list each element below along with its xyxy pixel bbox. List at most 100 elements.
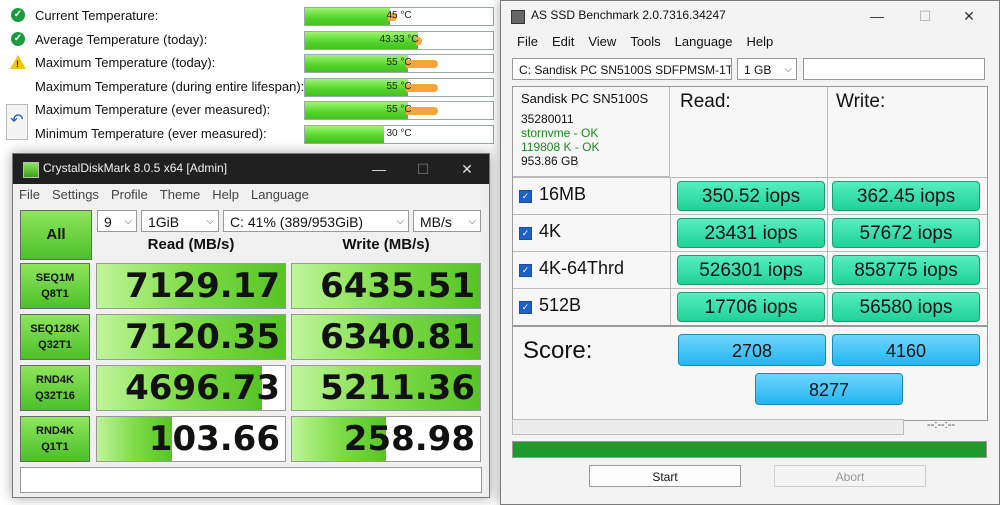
start-button[interactable]: Start <box>589 465 741 487</box>
time-bar <box>512 419 904 435</box>
cdm-body: All 9 ⌵ 1GiB ⌵ C: 41% (389/953GiB) ⌵ MB/s ⌵ … <box>13 206 489 497</box>
menu-file[interactable]: File <box>511 31 544 52</box>
test-name: 4K-64Thrd <box>539 258 625 278</box>
maximize-icon[interactable]: ☐ <box>401 154 445 184</box>
size-select[interactable]: 1GiB ⌵ <box>141 210 219 232</box>
test-checkbox[interactable]: ✓ <box>519 301 532 314</box>
results-grid: Sandisk PC SN5100S 35280011 stornvme - O… <box>512 86 988 421</box>
read-metric: 350.52 iops <box>677 181 825 211</box>
maximize-icon[interactable]: ☐ <box>903 1 947 31</box>
close-icon[interactable]: ✕ <box>445 154 489 184</box>
drive-capacity: 953.86 GB <box>521 154 579 168</box>
temp-label: Maximum Temperature (today): <box>35 55 216 71</box>
read-result: 7120.35 <box>96 314 286 360</box>
cdm-title: CrystalDiskMark 8.0.5 x64 [Admin] <box>43 161 228 175</box>
test-name: RND4K <box>36 374 74 386</box>
menu-language[interactable]: Language <box>669 31 739 52</box>
check-circle-icon: ✓ <box>11 8 25 22</box>
read-metric: 17706 iops <box>677 292 825 322</box>
all-button[interactable]: All <box>20 210 92 260</box>
test-name: 512B <box>539 295 582 315</box>
test-button-0[interactable]: SEQ1M Q8T1 <box>20 263 90 309</box>
asd-drive-value: C: Sandisk PC SN5100S SDFPMSM-1T00 <box>519 63 732 77</box>
minimize-icon[interactable]: — <box>855 1 899 31</box>
driver-status: stornvme - OK <box>521 126 599 140</box>
progress-fill <box>513 442 986 457</box>
asd-menubar: File Edit View Tools Language Help <box>501 31 999 53</box>
count-value: 9 <box>104 214 112 230</box>
menu-tools[interactable]: Tools <box>624 31 666 52</box>
temp-value: 55 °C <box>386 57 412 69</box>
asd-size-select[interactable]: 1 GB ⌵ <box>737 58 797 80</box>
unit-value: MB/s <box>420 214 452 230</box>
test-params: Q8T1 <box>41 288 69 300</box>
write-metric: 56580 iops <box>832 292 980 322</box>
write-metric: 858775 iops <box>832 255 980 285</box>
temp-bar: 43.33 °C <box>304 30 494 50</box>
temp-row: ✓ Current Temperature: 45 °C <box>0 5 500 27</box>
temp-bar: 55 °C <box>304 77 494 97</box>
temp-bar: 55 °C <box>304 54 494 74</box>
elapsed-time: --:--:-- <box>927 419 956 431</box>
asd-drive-select[interactable]: C: Sandisk PC SN5100S SDFPMSM-1T00 <box>512 58 732 80</box>
menu-settings[interactable]: Settings <box>46 184 105 205</box>
read-header: Read (MB/s) <box>147 236 235 253</box>
asd-body: C: Sandisk PC SN5100S SDFPMSM-1T00 1 GB ⌵… <box>501 53 999 504</box>
refresh-button[interactable]: ↶ <box>6 104 28 140</box>
menu-file[interactable]: File <box>13 184 46 205</box>
menu-help[interactable]: Help <box>741 31 780 52</box>
temp-row: Maximum Temperature (ever measured): 55 °… <box>0 99 500 121</box>
row-divider <box>513 288 987 289</box>
comment-input[interactable] <box>20 467 482 493</box>
write-header: Write (MB/s) <box>342 236 430 253</box>
test-name: SEQ1M <box>35 272 75 284</box>
asd-title: AS SSD Benchmark 2.0.7316.34247 <box>531 8 726 22</box>
test-params: Q32T16 <box>35 390 75 402</box>
test-button-2[interactable]: RND4K Q32T16 <box>20 365 90 411</box>
test-params: Q1T1 <box>41 441 69 453</box>
test-button-3[interactable]: RND4K Q1T1 <box>20 416 90 462</box>
menu-language[interactable]: Language <box>245 184 315 205</box>
check-circle-icon: ✓ <box>11 31 25 46</box>
menu-edit[interactable]: Edit <box>546 31 580 52</box>
drive-model: Sandisk PC SN5100S <box>521 91 649 106</box>
chevron-down-icon: ⌵ <box>396 216 404 227</box>
score-divider <box>513 325 987 327</box>
count-select[interactable]: 9 ⌵ <box>97 210 137 232</box>
read-result-value: 7120.35 <box>125 317 280 357</box>
warning-icon: ! <box>10 55 26 70</box>
abort-button[interactable]: Abort <box>774 465 926 487</box>
write-metric: 362.45 iops <box>832 181 980 211</box>
chevron-down-icon: ⌵ <box>206 216 214 227</box>
drive-select[interactable]: C: 41% (389/953GiB) ⌵ <box>223 210 409 232</box>
chevron-down-icon: ⌵ <box>124 216 132 227</box>
temp-row: ! Maximum Temperature (today): 55 °C <box>0 52 500 74</box>
asd-app-icon <box>511 10 525 24</box>
progress-bar <box>512 441 987 458</box>
temp-value: 43.33 °C <box>379 33 419 45</box>
drive-info: Sandisk PC SN5100S 35280011 stornvme - O… <box>513 87 670 177</box>
menu-view[interactable]: View <box>582 31 622 52</box>
test-button-1[interactable]: SEQ128K Q32T1 <box>20 314 90 360</box>
close-icon[interactable]: ✕ <box>947 1 991 31</box>
col-divider <box>827 87 828 325</box>
write-result: 258.98 <box>291 416 481 462</box>
score-label: Score: <box>523 337 593 364</box>
write-result-value: 6340.81 <box>320 317 475 357</box>
minimize-icon[interactable]: — <box>357 154 401 184</box>
menu-profile[interactable]: Profile <box>105 184 154 205</box>
test-checkbox[interactable]: ✓ <box>519 190 532 203</box>
test-checkbox[interactable]: ✓ <box>519 264 532 277</box>
asd-extra-field[interactable] <box>803 58 985 80</box>
crystaldiskmark-window: CrystalDiskMark 8.0.5 x64 [Admin] — ☐ ✕ … <box>12 153 490 498</box>
test-checkbox[interactable]: ✓ <box>519 227 532 240</box>
asd-size-value: 1 GB <box>744 63 772 77</box>
unit-select[interactable]: MB/s ⌵ <box>413 210 481 232</box>
menu-theme[interactable]: Theme <box>154 184 206 205</box>
read-result: 103.66 <box>96 416 286 462</box>
read-result-value: 7129.17 <box>125 266 280 306</box>
menu-help[interactable]: Help <box>206 184 245 205</box>
write-metric: 57672 iops <box>832 218 980 248</box>
temp-value: 30 °C <box>386 128 412 139</box>
score-total: 8277 <box>755 373 903 405</box>
